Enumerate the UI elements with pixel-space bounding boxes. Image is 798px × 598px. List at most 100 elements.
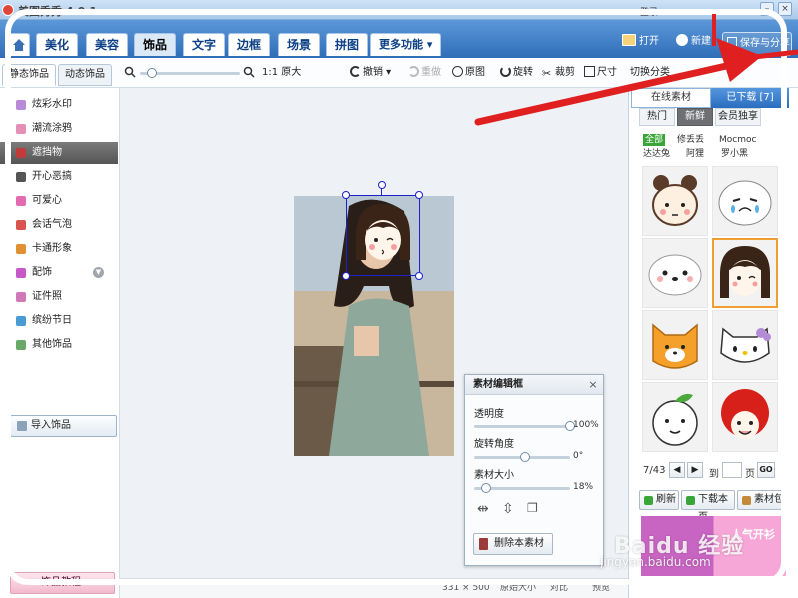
- category-item[interactable]: 配饰 ▼: [0, 262, 118, 284]
- zoom-out-icon[interactable]: [124, 66, 136, 78]
- tab-more-functions[interactable]: 更多功能 ▾: [370, 33, 442, 56]
- redo-button[interactable]: 重做: [408, 66, 441, 80]
- sticker-thumb[interactable]: [642, 382, 708, 452]
- sticker-thumb[interactable]: [712, 166, 778, 236]
- material-pack-button[interactable]: 素材包: [737, 490, 785, 510]
- category-item[interactable]: 证件照: [0, 286, 118, 308]
- tab-downloaded-materials[interactable]: 已下载 [7]: [711, 88, 789, 108]
- category-icon: [16, 316, 26, 326]
- refresh-icon: [644, 496, 653, 505]
- category-icon: [16, 220, 26, 230]
- import-accessory-button[interactable]: 导入饰品: [10, 415, 117, 437]
- source-filter[interactable]: Mocmoc: [719, 134, 756, 146]
- original-size-button[interactable]: 原始大小: [500, 579, 536, 597]
- open-button[interactable]: 打开: [622, 34, 659, 50]
- crop-label: 裁剪: [555, 67, 575, 78]
- minimize-icon[interactable]: –: [760, 2, 774, 16]
- home-tab[interactable]: [6, 33, 30, 56]
- tab-makeup[interactable]: 美容: [86, 33, 129, 56]
- new-button[interactable]: 新建: [676, 34, 711, 50]
- sticker-thumb-selected[interactable]: [712, 238, 778, 308]
- accessory-tutorial-button[interactable]: 饰品教程: [10, 572, 115, 594]
- rotation-handle[interactable]: [378, 181, 386, 189]
- source-filter[interactable]: 达达兔: [643, 148, 670, 160]
- sticker-thumb[interactable]: [642, 310, 708, 380]
- resize-handle-bottom-left[interactable]: [342, 272, 350, 280]
- zoom-slider-knob[interactable]: [147, 68, 158, 78]
- category-item[interactable]: 会话气泡: [0, 214, 118, 236]
- preview-button[interactable]: 预览: [592, 579, 610, 597]
- compare-button[interactable]: 对比: [550, 579, 568, 597]
- sub-tab[interactable]: 会员独享: [715, 108, 761, 126]
- resize-handle-bottom-right[interactable]: [415, 272, 423, 280]
- close-window-icon[interactable]: ×: [778, 2, 792, 16]
- category-item[interactable]: 炫彩水印: [0, 94, 118, 116]
- rotation-slider-knob[interactable]: [519, 452, 530, 462]
- next-page-button[interactable]: ▶: [687, 462, 703, 478]
- tab-scene[interactable]: 场景: [278, 33, 321, 56]
- original-image-button[interactable]: 原图: [452, 66, 485, 80]
- bear-sticker-icon: [652, 175, 698, 226]
- crop-button[interactable]: ✂ 裁剪: [542, 66, 575, 80]
- tab-collage[interactable]: 拼图: [326, 33, 369, 56]
- refresh-button[interactable]: 刷新: [639, 490, 679, 510]
- baidu-watermark-url: jingyan.baidu.com: [600, 555, 711, 569]
- sticker-thumb[interactable]: [642, 238, 708, 308]
- tab-static-accessories[interactable]: 静态饰品: [2, 64, 56, 86]
- category-item[interactable]: 其他饰品: [0, 334, 118, 356]
- actual-size-button[interactable]: 1:1 原大: [262, 66, 301, 80]
- copy-material-icon[interactable]: ❐: [527, 501, 538, 515]
- folder-icon: [622, 34, 636, 46]
- prev-page-button[interactable]: ◀: [669, 462, 685, 478]
- tab-frame[interactable]: 边框: [228, 33, 271, 56]
- source-filter[interactable]: 罗小黑: [721, 148, 748, 160]
- resize-handle-top-right[interactable]: [415, 191, 423, 199]
- main-tab-bar: 美化 美容 饰品 文字 边框 场景 拼图 更多功能 ▾ 打开 新建 保存与分享: [0, 20, 798, 58]
- flip-vertical-icon[interactable]: ⇳: [502, 501, 514, 517]
- material-pack-label: 素材包: [754, 494, 784, 505]
- sub-tab[interactable]: 热门: [639, 108, 675, 126]
- tab-accessories[interactable]: 饰品: [134, 33, 177, 56]
- dialog-title: 素材编辑框: [465, 375, 603, 395]
- category-item[interactable]: 遮挡物: [0, 142, 118, 164]
- tab-text[interactable]: 文字: [183, 33, 226, 56]
- category-label: 炫彩水印: [32, 99, 72, 110]
- category-item[interactable]: 潮流涂鸦: [0, 118, 118, 140]
- sticker-thumb[interactable]: [642, 166, 708, 236]
- flip-horizontal-icon[interactable]: ⇹: [477, 501, 489, 517]
- tab-beautify[interactable]: 美化: [36, 33, 79, 56]
- page-number-input[interactable]: [722, 462, 742, 478]
- source-filter[interactable]: 阿狸: [686, 148, 704, 160]
- category-label: 可爱心: [32, 195, 62, 206]
- resize-button[interactable]: 尺寸: [584, 66, 617, 80]
- category-item[interactable]: 卡通形象: [0, 238, 118, 260]
- zoom-in-icon[interactable]: [243, 66, 255, 78]
- save-share-button[interactable]: 保存与分享: [722, 32, 792, 56]
- undo-button[interactable]: 撤销 ▾: [350, 66, 391, 80]
- category-item[interactable]: 缤纷节日: [0, 310, 118, 332]
- delete-material-button[interactable]: 删除本素材: [473, 533, 553, 555]
- login-link[interactable]: 登录: [640, 5, 658, 18]
- category-icon: [16, 340, 26, 350]
- category-label: 遮挡物: [32, 147, 62, 158]
- resize-handle-top-left[interactable]: [342, 191, 350, 199]
- go-button[interactable]: GO: [757, 462, 775, 478]
- cartoon-face-sticker[interactable]: [352, 200, 414, 266]
- opacity-slider[interactable]: [474, 425, 570, 428]
- scissors-icon: ✂: [542, 67, 552, 80]
- download-page-button[interactable]: 下载本页: [681, 490, 735, 523]
- tab-online-materials[interactable]: 在线素材: [631, 88, 711, 108]
- rotate-button[interactable]: 旋转: [500, 66, 533, 80]
- source-filter[interactable]: 修丢丢: [677, 134, 704, 146]
- switch-category-button[interactable]: 切换分类: [630, 66, 670, 80]
- tab-dynamic-accessories[interactable]: 动态饰品: [58, 64, 112, 86]
- sticker-thumb[interactable]: [712, 382, 778, 452]
- size-slider-knob[interactable]: [481, 483, 492, 493]
- sticker-thumb[interactable]: [712, 310, 778, 380]
- sub-tab[interactable]: 新鲜: [677, 108, 713, 126]
- source-filter[interactable]: 全部: [643, 134, 666, 146]
- dialog-close-icon[interactable]: ×: [587, 379, 599, 391]
- category-item[interactable]: 可爱心: [0, 190, 118, 212]
- chevron-down-icon[interactable]: ▼: [93, 267, 104, 278]
- category-item[interactable]: 开心恶搞: [0, 166, 118, 188]
